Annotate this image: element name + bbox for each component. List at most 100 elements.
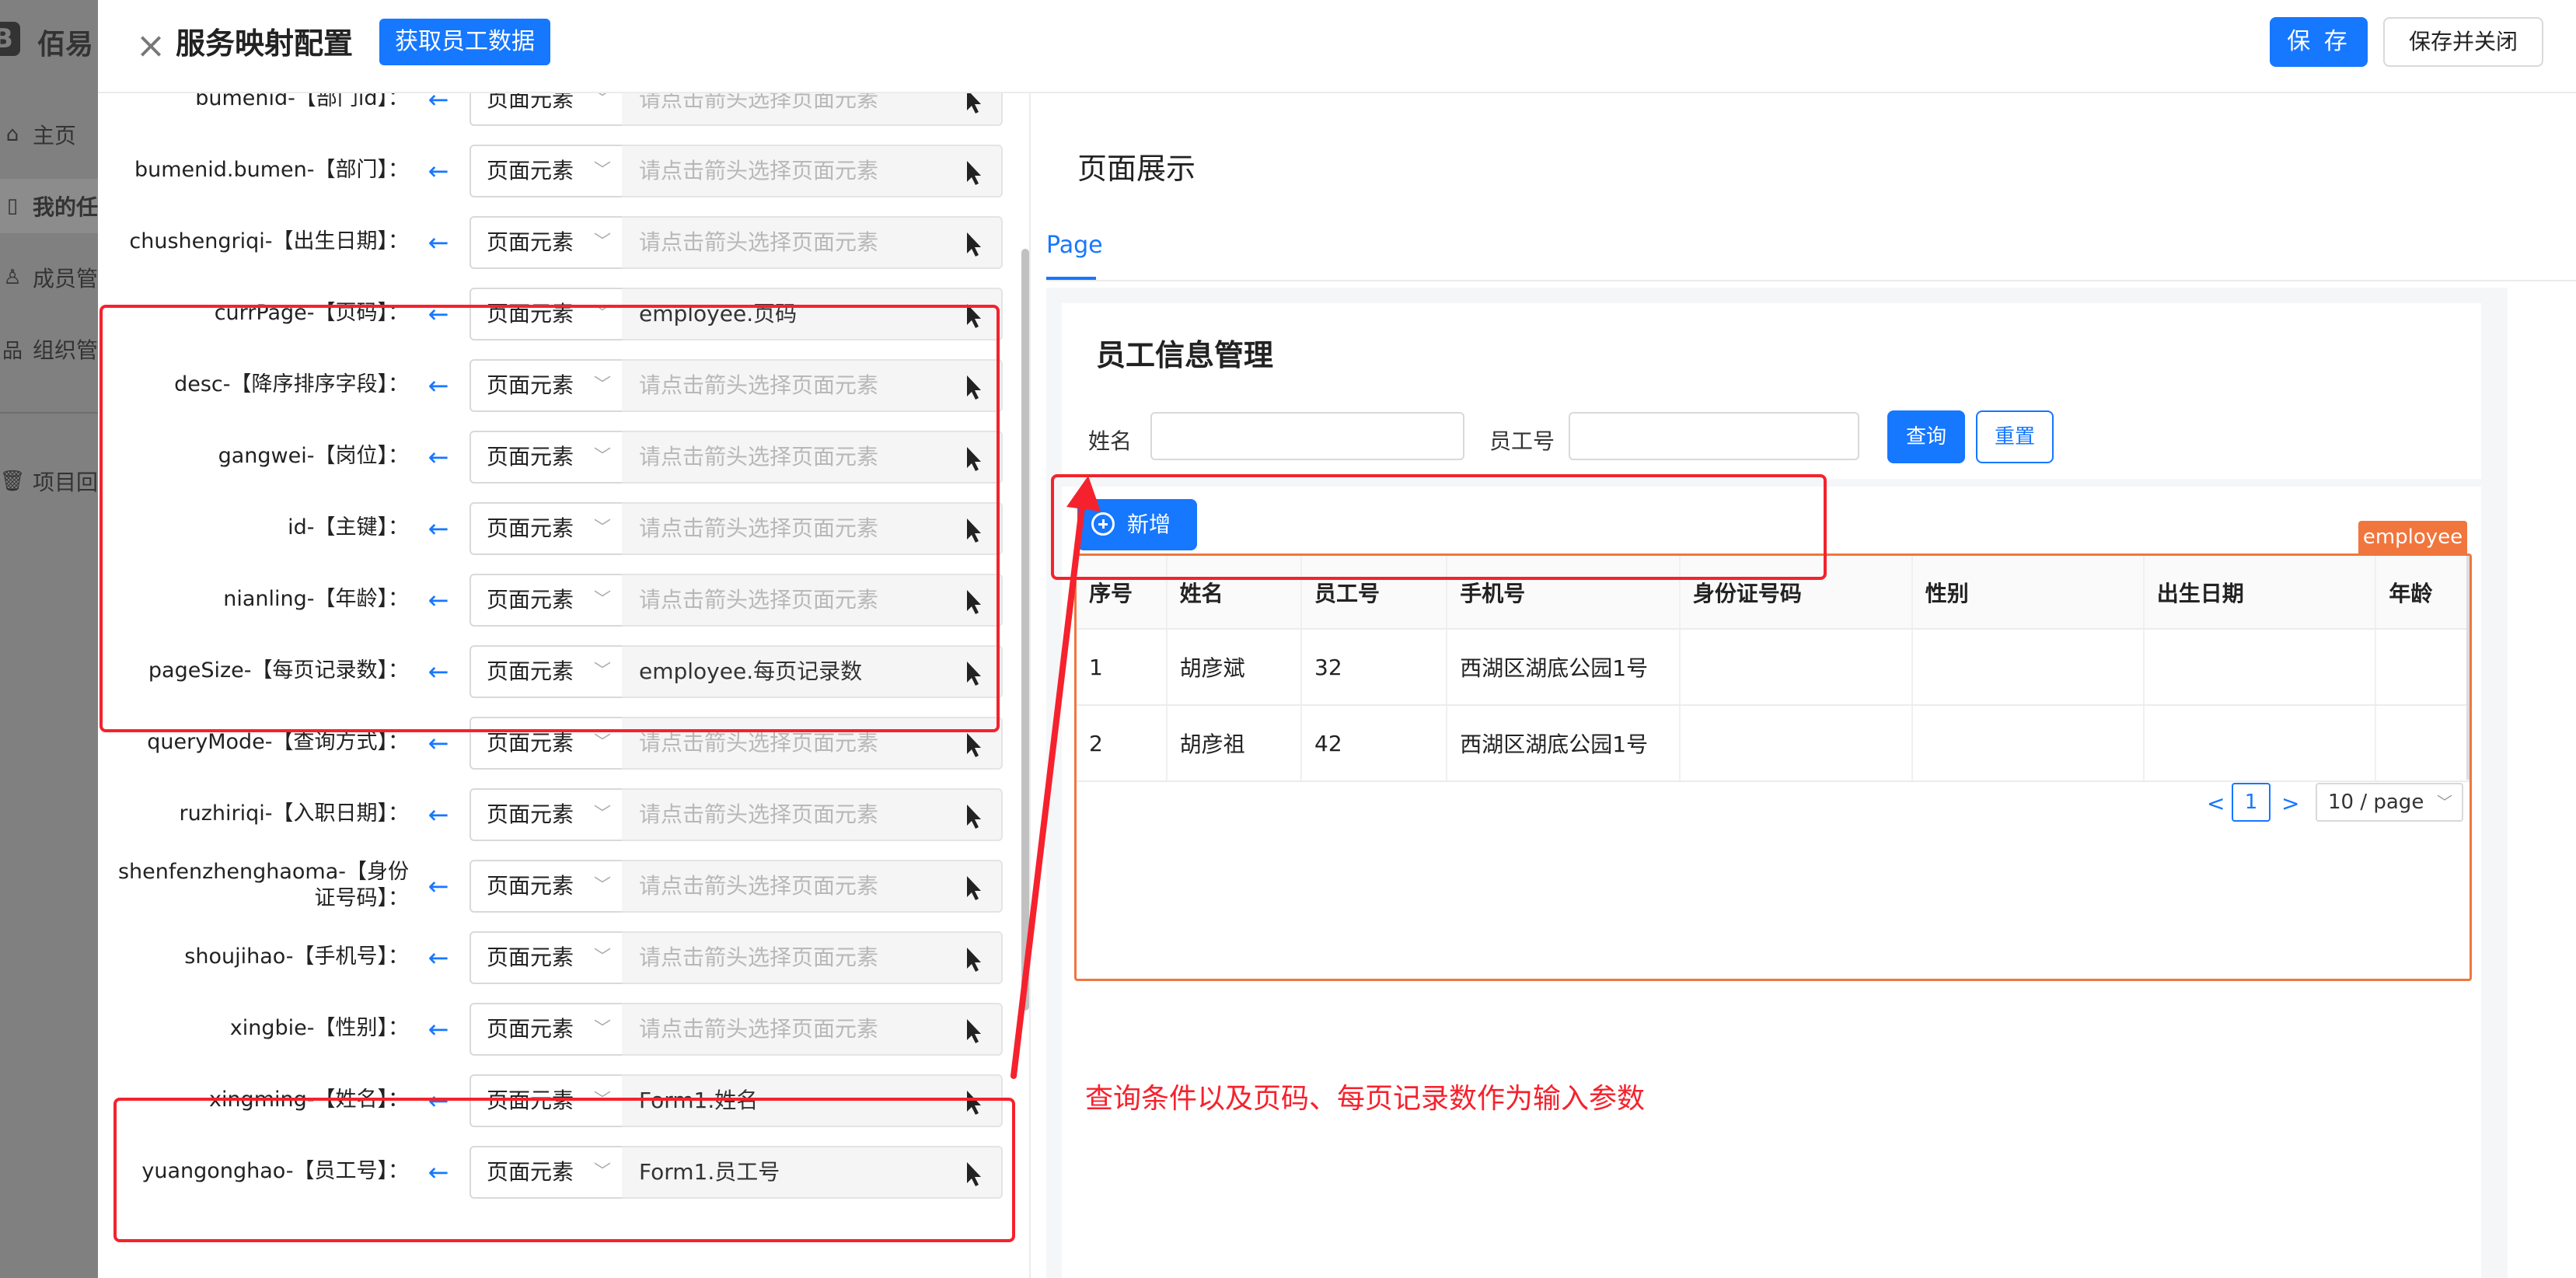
page-size-value: 10 / page <box>2328 791 2424 814</box>
source-type-value: 页面元素 <box>487 730 574 756</box>
column-header[interactable]: 出生日期 <box>2143 556 2377 630</box>
nav-item-home[interactable]: ⌂ 主页 <box>0 107 98 162</box>
element-binding-input[interactable]: 请点击箭头选择页面元素 <box>622 860 947 913</box>
table-scrollbar[interactable] <box>2466 556 2470 780</box>
nav-item-members[interactable]: ♙ 成员管 <box>0 250 98 305</box>
source-type-select[interactable]: 页面元素 ﹀ <box>469 860 623 913</box>
arrow-left-icon[interactable]: ← <box>423 728 454 759</box>
pagination-prev-button[interactable]: < <box>2207 791 2225 816</box>
logo-mark: B <box>0 22 20 56</box>
name-field-label: 姓名 <box>1088 428 1133 454</box>
element-picker-button[interactable] <box>945 788 1003 841</box>
employee-id-field-label: 员工号 <box>1489 428 1555 454</box>
table-cell <box>2143 705 2377 782</box>
nav-label: 组织管 <box>32 337 98 363</box>
element-binding-input[interactable]: 请点击箭头选择页面元素 <box>622 931 947 984</box>
table-cell: 西湖区湖底公园1号 <box>1447 629 1681 706</box>
chevron-down-icon: ﹀ <box>593 948 611 967</box>
source-type-value: 页面元素 <box>487 1016 574 1042</box>
nav-label: 成员管 <box>32 266 98 292</box>
source-type-select[interactable]: 页面元素 ﹀ <box>469 145 623 197</box>
source-type-select[interactable]: 页面元素 ﹀ <box>469 216 623 269</box>
drawer-header: × 服务映射配置 获取员工数据 保 存 保存并关闭 <box>98 0 2576 93</box>
element-picker-button[interactable] <box>945 216 1003 269</box>
mapping-row: shoujihao-【手机号】： ← 页面元素 ﹀ 请点击箭头选择页面元素 <box>98 930 1023 984</box>
source-type-select[interactable]: 页面元素 ﹀ <box>469 93 623 126</box>
chevron-down-icon: ﹀ <box>593 93 611 109</box>
arrow-left-icon[interactable]: ← <box>423 942 454 973</box>
mapping-row: shenfenzhenghaoma-【身份证号码】： ← 页面元素 ﹀ 请点击箭头选择页… <box>98 858 1023 913</box>
pagination-next-button[interactable]: > <box>2281 791 2299 816</box>
table-cell <box>1679 705 1913 782</box>
search-card: 员工信息管理 姓名 员工号 查询 重置 <box>1062 303 2481 479</box>
table-row[interactable]: 1 胡彦斌 32 西湖区湖底公园1号 <box>1077 629 2470 706</box>
arrow-left-icon[interactable]: ← <box>423 871 454 902</box>
arrow-left-icon[interactable]: ← <box>423 93 454 115</box>
file-icon: ▯ <box>6 194 19 218</box>
mapping-row: bumenid-【部门id】： ← 页面元素 ﹀ 请点击箭头选择页面元素 <box>98 93 1023 126</box>
save-button[interactable]: 保 存 <box>2270 17 2368 67</box>
source-type-select[interactable]: 页面元素 ﹀ <box>469 1003 623 1056</box>
table-cell <box>1679 629 1913 706</box>
reset-button[interactable]: 重置 <box>1976 410 2054 463</box>
element-picker-button[interactable] <box>945 860 1003 913</box>
table-cell <box>2143 629 2377 706</box>
mapping-field-label: chushengriqi-【出生日期】： <box>129 229 409 253</box>
source-type-value: 页面元素 <box>487 873 574 899</box>
nav-item-my-tasks[interactable]: ▯ 我的任 <box>0 179 98 233</box>
source-type-value: 页面元素 <box>487 158 574 183</box>
app-logo: B 佰易 <box>0 19 98 61</box>
table-cell <box>2375 629 2470 706</box>
element-binding-input[interactable]: 请点击箭头选择页面元素 <box>622 788 947 841</box>
save-and-close-button[interactable]: 保存并关闭 <box>2383 17 2543 67</box>
arrow-left-icon[interactable]: ← <box>423 1014 454 1045</box>
close-icon[interactable]: × <box>129 23 173 67</box>
table-row[interactable]: 2 胡彦祖 42 西湖区湖底公园1号 <box>1077 705 2470 782</box>
column-header[interactable]: 性别 <box>1911 556 2145 630</box>
source-type-select[interactable]: 页面元素 ﹀ <box>469 931 623 984</box>
table-cell <box>1911 629 2145 706</box>
annotation-text: 查询条件以及页码、每页记录数作为输入参数 <box>1085 1083 1646 1115</box>
trash-icon: 🗑 <box>0 470 26 493</box>
nav-item-org[interactable]: 品 组织管 <box>0 322 98 376</box>
fetch-employee-data-button[interactable]: 获取员工数据 <box>379 19 550 65</box>
home-icon: ⌂ <box>5 123 19 146</box>
mapping-scrollbar[interactable] <box>1021 249 1029 1011</box>
table-cell: 1 <box>1077 629 1168 706</box>
arrow-left-icon[interactable]: ← <box>423 227 454 258</box>
column-header[interactable]: 年龄 <box>2375 556 2470 630</box>
background-sidebar: B 佰易 ⌂ 主页 ▯ 我的任 ♙ 成员管 品 组织管 🗑 项目回 <box>0 0 98 1278</box>
element-picker-button[interactable] <box>945 93 1003 126</box>
highlight-box-pagination-params <box>99 305 1000 732</box>
tab-active-indicator <box>1046 277 1096 280</box>
table-cell: 西湖区湖底公园1号 <box>1447 705 1681 782</box>
tab-page[interactable]: Page <box>1046 232 1103 271</box>
cursor-pointer-icon <box>967 733 981 757</box>
query-button[interactable]: 查询 <box>1887 410 1965 463</box>
table-cell <box>1911 705 2145 782</box>
element-picker-button[interactable] <box>945 145 1003 197</box>
nav-label: 项目回 <box>32 470 98 495</box>
pagination-page-1[interactable]: 1 <box>2232 783 2271 822</box>
app-root: B 佰易 ⌂ 主页 ▯ 我的任 ♙ 成员管 品 组织管 🗑 项目回 × 服务映射… <box>0 0 2576 1278</box>
source-type-select[interactable]: 页面元素 ﹀ <box>469 788 623 841</box>
chevron-down-icon: ﹀ <box>593 1019 611 1039</box>
highlight-box-search-form <box>1051 474 1827 580</box>
name-input[interactable] <box>1150 412 1464 460</box>
element-binding-input[interactable]: 请点击箭头选择页面元素 <box>622 1003 947 1056</box>
source-type-value: 页面元素 <box>487 945 574 970</box>
cursor-pointer-icon <box>967 1019 981 1043</box>
tab-bar-divider <box>1046 280 2576 281</box>
chevron-down-icon: ﹀ <box>593 876 611 896</box>
element-binding-input[interactable]: 请点击箭头选择页面元素 <box>622 93 947 126</box>
nav-item-project-recycle[interactable]: 🗑 项目回 <box>0 454 98 508</box>
employee-id-input[interactable] <box>1569 412 1859 460</box>
table-cell: 32 <box>1301 629 1448 706</box>
page-size-select[interactable]: 10 / page ﹀ <box>2316 783 2463 822</box>
element-binding-input[interactable]: 请点击箭头选择页面元素 <box>622 145 947 197</box>
element-picker-button[interactable] <box>945 931 1003 984</box>
arrow-left-icon[interactable]: ← <box>423 155 454 187</box>
element-picker-button[interactable] <box>945 1003 1003 1056</box>
element-binding-input[interactable]: 请点击箭头选择页面元素 <box>622 216 947 269</box>
arrow-left-icon[interactable]: ← <box>423 799 454 830</box>
